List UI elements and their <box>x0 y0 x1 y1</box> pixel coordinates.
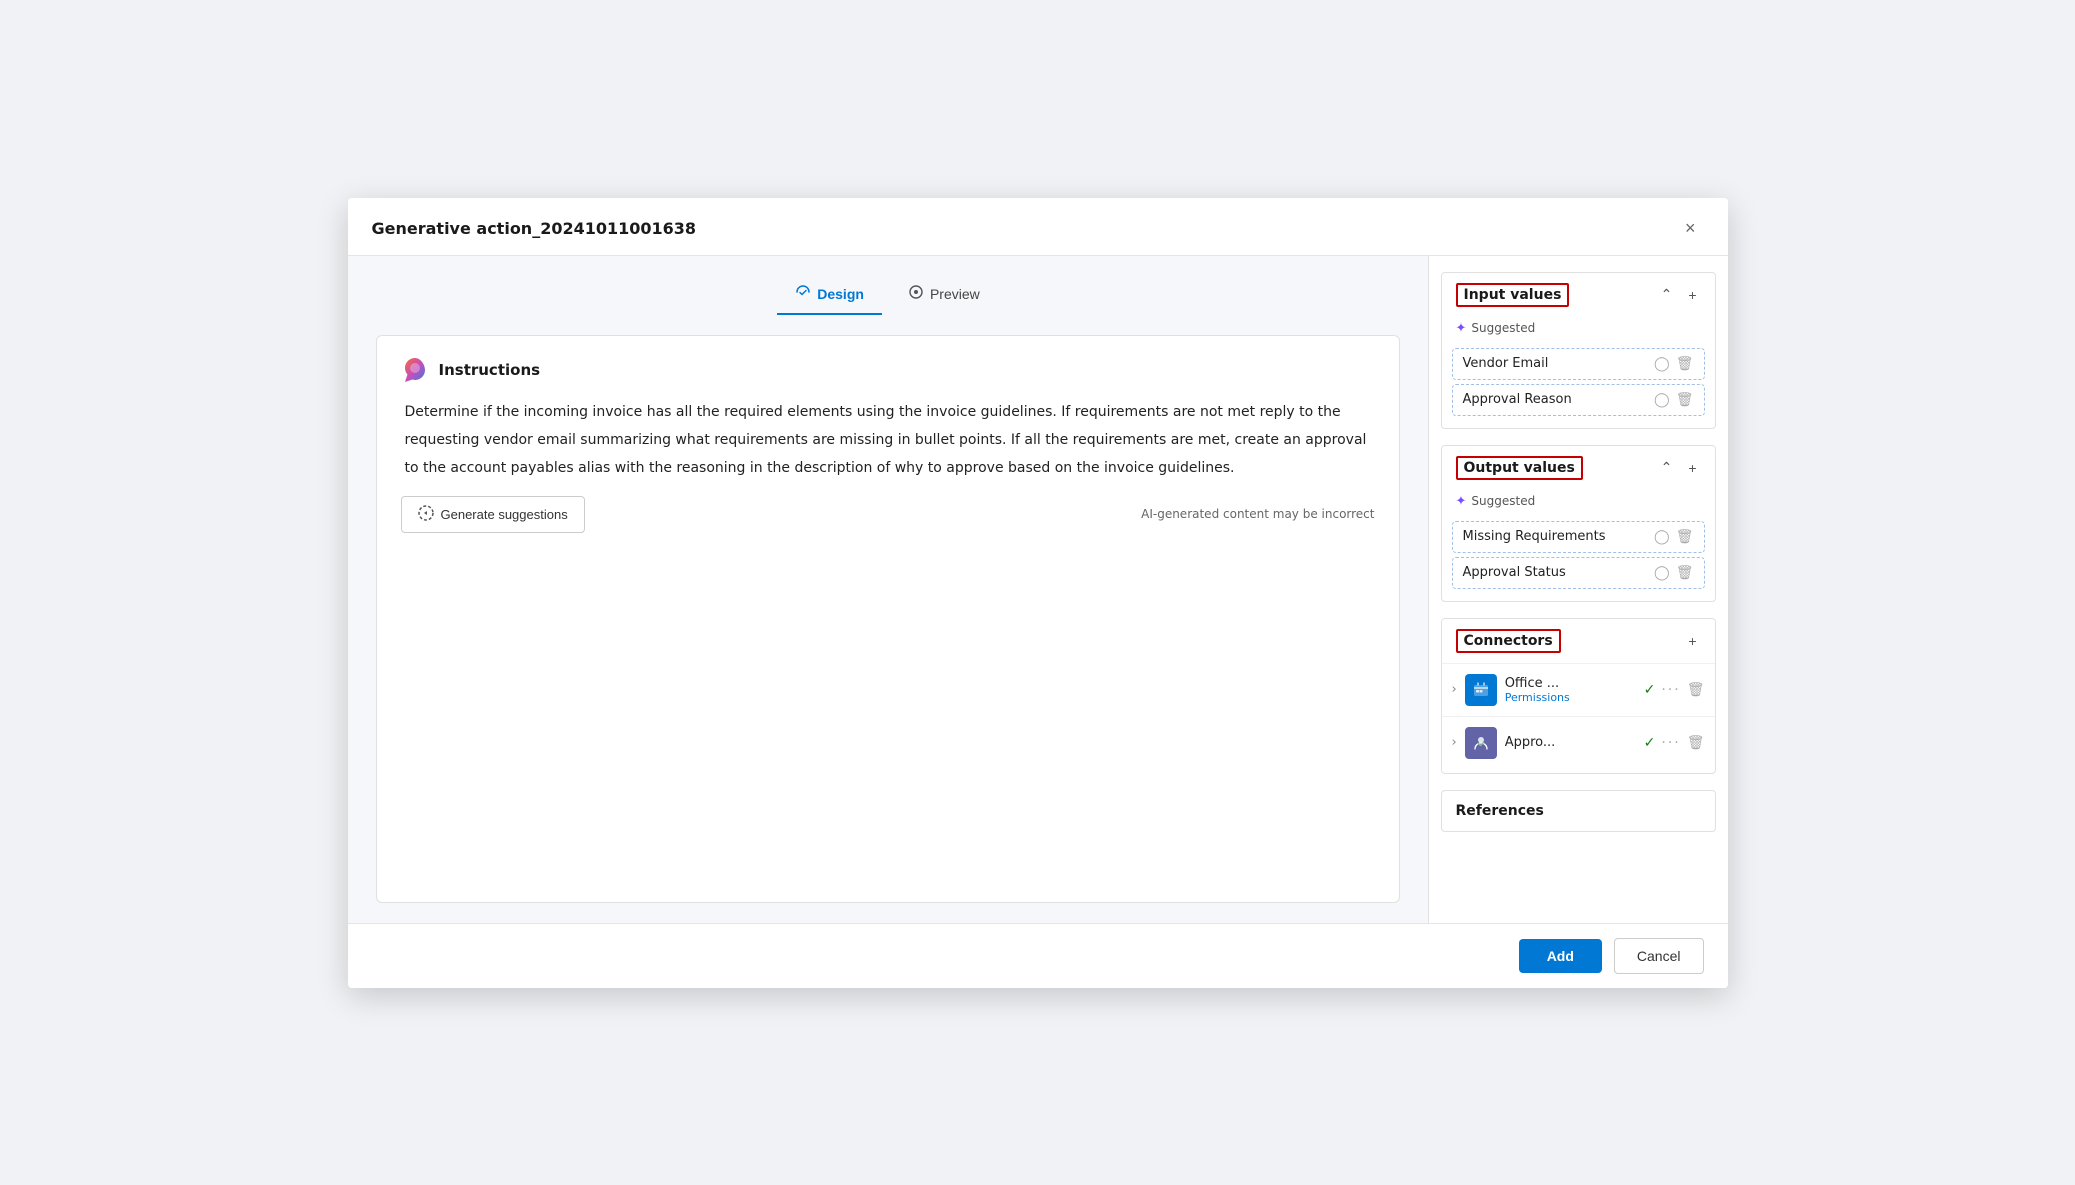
content-panel: Instructions Determine if the incoming i… <box>376 335 1400 903</box>
output-values-actions: ⌃ + <box>1657 457 1701 478</box>
tab-design-label: Design <box>817 286 864 302</box>
output-values-add-button[interactable]: + <box>1684 458 1700 478</box>
connector-office-sub: Permissions <box>1505 691 1636 704</box>
missing-req-actions: ◯ 🗑 <box>1654 529 1693 545</box>
approval-reason-actions: ◯ 🗑 <box>1654 392 1693 408</box>
instructions-title: Instructions <box>439 361 541 379</box>
connector-office-delete-button[interactable]: 🗑 <box>1687 682 1705 698</box>
connector-office-row: › Office ... Permissions ✓ ··· 🗑 <box>1442 663 1715 716</box>
output-values-title: Output values <box>1456 456 1583 480</box>
input-values-header: Input values ⌃ + <box>1442 273 1715 317</box>
input-vendor-email-row: Vendor Email ◯ 🗑 <box>1452 348 1705 380</box>
output-values-header: Output values ⌃ + <box>1442 446 1715 490</box>
content-footer: Generate suggestions AI-generated conten… <box>401 482 1375 533</box>
connectors-actions: + <box>1684 631 1700 651</box>
ai-disclaimer: AI-generated content may be incorrect <box>1141 507 1374 521</box>
output-suggested-label: ✦ Suggested <box>1442 490 1715 517</box>
vendor-email-check-icon: ◯ <box>1654 356 1670 372</box>
generate-suggestions-button[interactable]: Generate suggestions <box>401 496 585 533</box>
design-icon <box>795 284 811 305</box>
connectors-add-button[interactable]: + <box>1684 631 1700 651</box>
connector-office-status-icon: ✓ <box>1644 682 1656 698</box>
approval-status-label: Approval Status <box>1463 565 1647 580</box>
connector-approval-status-icon: ✓ <box>1644 735 1656 751</box>
connector-approval-name: Appro... <box>1505 735 1636 750</box>
tab-preview[interactable]: Preview <box>890 276 998 315</box>
input-values-add-button[interactable]: + <box>1684 285 1700 305</box>
connectors-header: Connectors + <box>1442 619 1715 663</box>
missing-req-check-icon: ◯ <box>1654 529 1670 545</box>
references-header: References <box>1442 791 1715 831</box>
main-area: Design Preview <box>348 256 1428 923</box>
output-missing-req-row: Missing Requirements ◯ 🗑 <box>1452 521 1705 553</box>
sidebar: Input values ⌃ + ✦ Suggested Vendor Emai… <box>1428 256 1728 923</box>
connectors-title: Connectors <box>1456 629 1561 653</box>
connector-approval-info: Appro... <box>1505 735 1636 750</box>
approval-status-delete-button[interactable]: 🗑 <box>1676 565 1694 581</box>
approval-reason-label: Approval Reason <box>1463 392 1647 407</box>
connector-office-more-button[interactable]: ··· <box>1661 682 1680 698</box>
dialog-body: Design Preview <box>348 256 1728 923</box>
tab-bar: Design Preview <box>376 276 1400 315</box>
add-button[interactable]: Add <box>1519 939 1602 973</box>
connectors-section: Connectors + › Office ... Permissions <box>1441 618 1716 774</box>
cancel-button[interactable]: Cancel <box>1614 938 1704 974</box>
connector-office-chevron[interactable]: › <box>1452 682 1457 697</box>
dialog-title: Generative action_20241011001638 <box>372 219 697 238</box>
connector-office-logo <box>1465 674 1497 706</box>
vendor-email-label: Vendor Email <box>1463 356 1647 371</box>
input-suggested-label: ✦ Suggested <box>1442 317 1715 344</box>
generate-btn-label: Generate suggestions <box>441 507 568 522</box>
generate-icon <box>418 505 434 524</box>
output-approval-status-row: Approval Status ◯ 🗑 <box>1452 557 1705 589</box>
tab-design[interactable]: Design <box>777 276 882 315</box>
missing-requirements-label: Missing Requirements <box>1463 529 1647 544</box>
tab-preview-label: Preview <box>930 286 980 302</box>
output-sparkle-icon: ✦ <box>1456 494 1467 509</box>
connector-approval-chevron[interactable]: › <box>1452 735 1457 750</box>
approval-reason-check-icon: ◯ <box>1654 392 1670 408</box>
connector-approval-actions: ✓ ··· 🗑 <box>1644 735 1705 751</box>
instructions-header: Instructions <box>401 356 1375 384</box>
instructions-text: Determine if the incoming invoice has al… <box>401 398 1375 482</box>
connector-office-name: Office ... <box>1505 676 1636 691</box>
connector-approval-delete-button[interactable]: 🗑 <box>1687 735 1705 751</box>
vendor-email-delete-button[interactable]: 🗑 <box>1676 356 1694 372</box>
input-values-section: Input values ⌃ + ✦ Suggested Vendor Emai… <box>1441 272 1716 429</box>
preview-icon <box>908 284 924 305</box>
input-approval-reason-row: Approval Reason ◯ 🗑 <box>1452 384 1705 416</box>
references-section: References <box>1441 790 1716 832</box>
main-dialog: Generative action_20241011001638 × Desig… <box>348 198 1728 988</box>
input-values-actions: ⌃ + <box>1657 284 1701 305</box>
approval-status-check-icon: ◯ <box>1654 565 1670 581</box>
connector-approval-more-button[interactable]: ··· <box>1661 735 1680 751</box>
missing-req-delete-button[interactable]: 🗑 <box>1676 529 1694 545</box>
close-button[interactable]: × <box>1677 214 1704 243</box>
dialog-header: Generative action_20241011001638 × <box>348 198 1728 256</box>
connector-approval-row: › Appro... ✓ ··· 🗑 <box>1442 716 1715 769</box>
approval-status-actions: ◯ 🗑 <box>1654 565 1693 581</box>
references-title: References <box>1456 803 1701 819</box>
output-values-section: Output values ⌃ + ✦ Suggested Missing Re… <box>1441 445 1716 602</box>
connector-office-actions: ✓ ··· 🗑 <box>1644 682 1705 698</box>
output-values-collapse-button[interactable]: ⌃ <box>1657 457 1677 478</box>
dialog-footer: Add Cancel <box>348 923 1728 988</box>
approval-reason-delete-button[interactable]: 🗑 <box>1676 392 1694 408</box>
vendor-email-actions: ◯ 🗑 <box>1654 356 1693 372</box>
input-values-collapse-button[interactable]: ⌃ <box>1657 284 1677 305</box>
copilot-icon <box>401 356 429 384</box>
connector-office-info: Office ... Permissions <box>1505 676 1636 704</box>
connector-approval-logo <box>1465 727 1497 759</box>
input-values-title: Input values <box>1456 283 1570 307</box>
suggested-sparkle-icon: ✦ <box>1456 321 1467 336</box>
